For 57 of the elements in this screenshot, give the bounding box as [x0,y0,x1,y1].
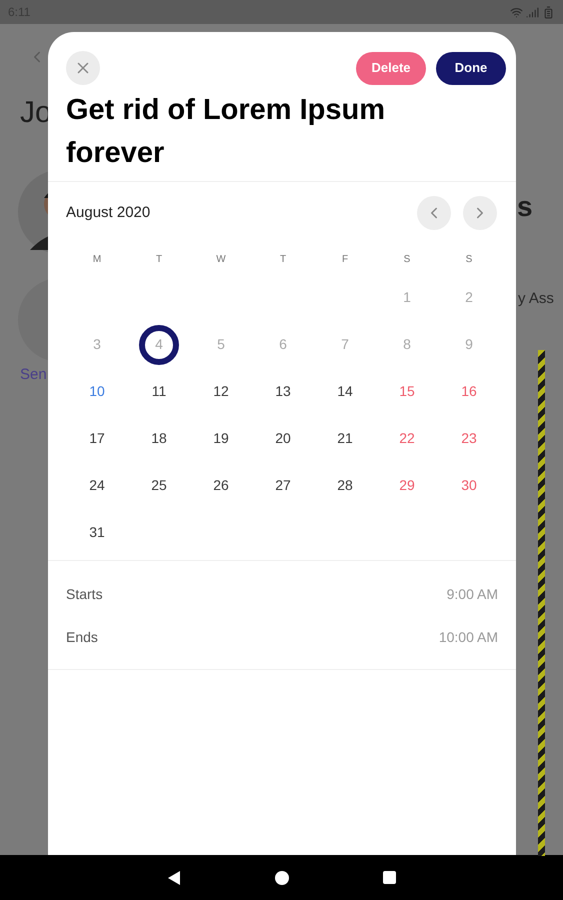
calendar-day[interactable]: 26 [201,466,241,506]
month-label: August 2020 [66,202,150,223]
calendar-day[interactable]: 27 [263,466,303,506]
calendar-day[interactable]: 20 [263,418,303,458]
calendar-day[interactable]: 5 [201,324,241,364]
calendar-day[interactable]: 11 [139,372,179,412]
calendar-day[interactable]: 8 [387,324,427,364]
weekday-label: T [278,252,288,266]
time-value[interactable]: 10:00 AM [438,627,498,648]
weekday-label: M [92,252,102,266]
calendar-day[interactable]: 21 [325,418,365,458]
calendar-day[interactable]: 13 [263,372,303,412]
time-label: Starts [66,585,103,604]
calendar-day[interactable]: 2 [449,278,489,318]
close-button[interactable] [66,51,100,85]
calendar-day[interactable]: 6 [263,324,303,364]
calendar-day[interactable]: 29 [387,466,427,506]
calendar-day[interactable]: 18 [139,418,179,458]
dialog-title: Get rid of Lorem Ipsum forever [65,93,386,171]
calendar-day[interactable]: 23 [449,418,489,458]
calendar-day[interactable]: 4 [139,324,179,364]
heading: s [517,190,533,224]
calendar-day[interactable]: 19 [201,418,241,458]
calendar-day[interactable]: 17 [77,418,117,458]
time-value[interactable]: 9:00 AM [446,584,498,605]
back-icon[interactable] [167,870,181,886]
calendar-day[interactable]: 1 [387,278,427,318]
link[interactable]: Sen [20,364,47,386]
calendar-day[interactable]: 9 [449,324,489,364]
calendar-day[interactable]: 31 [77,512,117,552]
calendar-day[interactable]: 10 [77,372,117,412]
calendar-day[interactable]: 22 [387,418,427,458]
action-button[interactable]: Done [436,52,506,84]
calendar-day[interactable]: 15 [387,372,427,412]
calendar-day[interactable]: 30 [449,466,489,506]
next-month-button[interactable] [463,196,497,230]
wifi-icon [510,6,523,18]
action-button[interactable]: Delete [356,52,426,84]
time-label: Ends [66,628,98,647]
weekday-label: S [464,252,474,266]
description: y Ass [518,289,554,309]
calendar-day[interactable]: 16 [449,372,489,412]
calendar-day[interactable]: 14 [325,372,365,412]
home-icon[interactable] [275,870,289,884]
weekday-label: T [154,252,164,266]
recents-icon[interactable] [383,871,396,884]
calendar-day[interactable]: 7 [325,324,365,364]
previous-month-button[interactable] [417,196,451,230]
calendar-day[interactable]: 12 [201,372,241,412]
battery-icon [542,6,555,18]
calendar-day[interactable]: 25 [139,466,179,506]
calendar-day[interactable]: 3 [77,324,117,364]
weekday-label: F [340,252,350,266]
calendar-day[interactable]: 28 [325,466,365,506]
weekday-label: W [215,252,227,266]
calendar-day[interactable]: 24 [77,466,117,506]
weekday-label: S [402,252,412,266]
